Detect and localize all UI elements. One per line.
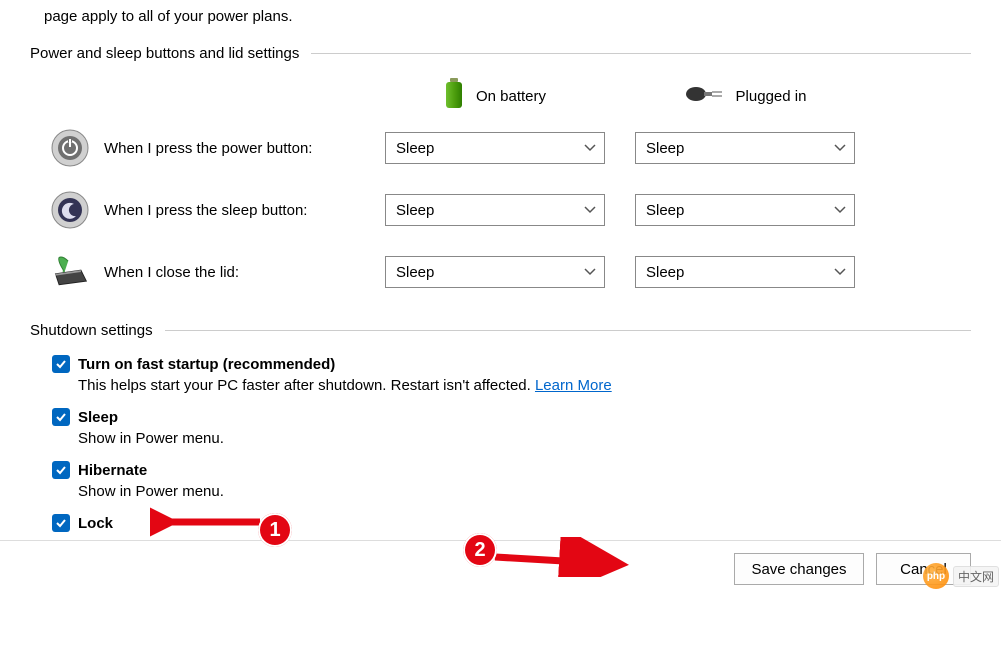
power-button-battery-value: Sleep: [396, 140, 434, 157]
learn-more-link[interactable]: Learn More: [535, 377, 612, 394]
column-plugged-in-label: Plugged in: [736, 88, 807, 105]
chevron-down-icon: [834, 204, 846, 216]
shutdown-fast-startup: Turn on fast startup (recommended) This …: [52, 355, 971, 394]
annotation-arrow-1: [150, 502, 270, 542]
sleep-checkbox[interactable]: [52, 408, 70, 426]
hibernate-label: Hibernate: [78, 462, 147, 479]
divider: [311, 53, 971, 54]
section-shutdown-title: Shutdown settings: [30, 322, 153, 339]
annotation-arrow-2: [485, 537, 635, 577]
power-button-icon: [50, 128, 90, 168]
battery-icon: [444, 78, 464, 114]
lock-checkbox[interactable]: [52, 514, 70, 532]
intro-text-fragment: page apply to all of your power plans.: [30, 0, 971, 45]
row-power-button: When I press the power button: Sleep Sle…: [30, 128, 971, 168]
chevron-down-icon: [834, 266, 846, 278]
shutdown-sleep: Sleep Show in Power menu.: [52, 408, 971, 447]
sleep-button-plugged-dropdown[interactable]: Sleep: [635, 194, 855, 226]
hibernate-desc: Show in Power menu.: [78, 483, 971, 500]
chevron-down-icon: [834, 142, 846, 154]
shutdown-hibernate: Hibernate Show in Power menu.: [52, 461, 971, 500]
column-on-battery-label: On battery: [476, 88, 546, 105]
power-button-plugged-value: Sleep: [646, 140, 684, 157]
close-lid-battery-dropdown[interactable]: Sleep: [385, 256, 605, 288]
sleep-button-battery-dropdown[interactable]: Sleep: [385, 194, 605, 226]
chevron-down-icon: [584, 266, 596, 278]
fast-startup-desc: This helps start your PC faster after sh…: [78, 377, 971, 394]
row-power-button-label: When I press the power button:: [104, 140, 312, 157]
watermark-logo-icon: php: [923, 563, 949, 589]
fast-startup-label: Turn on fast startup (recommended): [78, 356, 335, 373]
lock-label: Lock: [78, 515, 113, 532]
chevron-down-icon: [584, 142, 596, 154]
chevron-down-icon: [584, 204, 596, 216]
power-button-battery-dropdown[interactable]: Sleep: [385, 132, 605, 164]
row-close-lid: When I close the lid: Sleep Sleep: [30, 252, 971, 292]
sleep-button-icon: [50, 190, 90, 230]
sleep-label: Sleep: [78, 409, 118, 426]
column-on-battery: On battery: [385, 78, 605, 114]
sleep-button-battery-value: Sleep: [396, 202, 434, 219]
sleep-button-plugged-value: Sleep: [646, 202, 684, 219]
row-sleep-button-label: When I press the sleep button:: [104, 202, 307, 219]
save-changes-button[interactable]: Save changes: [734, 553, 864, 585]
annotation-badge-1: 1: [258, 513, 292, 547]
column-plugged-in: Plugged in: [635, 83, 855, 109]
power-button-plugged-dropdown[interactable]: Sleep: [635, 132, 855, 164]
watermark: php 中文网: [923, 563, 999, 589]
section-power-buttons-title: Power and sleep buttons and lid settings: [30, 45, 299, 62]
close-lid-plugged-value: Sleep: [646, 264, 684, 281]
sleep-desc: Show in Power menu.: [78, 430, 971, 447]
divider: [165, 330, 971, 331]
row-close-lid-label: When I close the lid:: [104, 264, 239, 281]
row-sleep-button: When I press the sleep button: Sleep Sle…: [30, 190, 971, 230]
close-lid-plugged-dropdown[interactable]: Sleep: [635, 256, 855, 288]
hibernate-checkbox[interactable]: [52, 461, 70, 479]
section-shutdown-header: Shutdown settings: [30, 322, 971, 339]
close-lid-battery-value: Sleep: [396, 264, 434, 281]
fast-startup-checkbox[interactable]: [52, 355, 70, 373]
annotation-badge-2: 2: [463, 533, 497, 567]
section-power-buttons-header: Power and sleep buttons and lid settings: [30, 45, 971, 62]
laptop-lid-icon: [50, 252, 90, 292]
watermark-text: 中文网: [953, 566, 999, 587]
plug-icon: [684, 83, 724, 109]
